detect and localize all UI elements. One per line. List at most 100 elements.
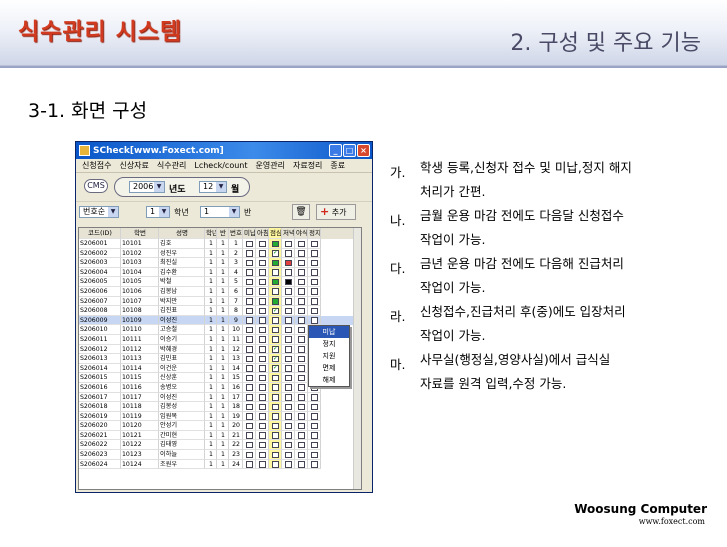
checkbox[interactable] xyxy=(285,394,292,401)
checkbox[interactable] xyxy=(259,278,266,286)
column-header[interactable]: 점심 xyxy=(269,228,282,239)
checkbox[interactable] xyxy=(259,413,266,420)
table-row[interactable]: S206001 10101 김호 1 1 1 xyxy=(79,239,361,249)
checkbox[interactable] xyxy=(259,451,266,459)
checkbox[interactable] xyxy=(259,250,266,257)
checkbox[interactable] xyxy=(246,422,253,430)
close-button[interactable]: × xyxy=(357,144,370,157)
checkbox[interactable] xyxy=(272,249,279,257)
checkbox[interactable] xyxy=(272,364,279,372)
checkbox[interactable] xyxy=(246,307,253,315)
checkbox[interactable] xyxy=(285,403,292,411)
checkbox[interactable] xyxy=(259,346,266,353)
trash-button[interactable]: 🗑 xyxy=(292,204,310,220)
menu-item[interactable]: 식수관리 xyxy=(153,160,190,171)
month-select[interactable]: 12 ▼ xyxy=(199,181,227,193)
checkbox[interactable] xyxy=(298,413,305,420)
cms-button[interactable]: CMS xyxy=(84,179,108,193)
table-row[interactable]: S206006 10106 김봉남 1 1 6 xyxy=(79,286,361,297)
checkbox[interactable] xyxy=(272,298,279,305)
checkbox[interactable] xyxy=(285,288,292,295)
checkbox[interactable] xyxy=(285,317,292,324)
table-row[interactable]: S206004 10104 김수환 1 1 4 xyxy=(79,267,361,278)
add-button[interactable]: + 추가 xyxy=(316,204,356,220)
context-menu-item[interactable]: 면제 xyxy=(309,362,349,374)
checkbox[interactable] xyxy=(298,288,305,295)
checkbox[interactable] xyxy=(298,384,305,391)
checkbox[interactable] xyxy=(246,317,253,324)
minimize-button[interactable]: _ xyxy=(329,144,342,157)
grade-select[interactable]: 1 ▼ xyxy=(146,206,170,218)
checkbox[interactable] xyxy=(285,346,292,353)
checkbox[interactable] xyxy=(285,441,292,449)
checkbox[interactable] xyxy=(259,240,266,247)
table-row[interactable]: S206022 10122 김태영 1 1 22 xyxy=(79,440,361,451)
checkbox[interactable] xyxy=(246,413,253,420)
checkbox[interactable] xyxy=(311,298,318,305)
checkbox[interactable] xyxy=(259,259,266,267)
column-header[interactable]: 학번 xyxy=(121,228,159,239)
menu-item[interactable]: 신청접수 xyxy=(78,160,115,171)
checkbox[interactable] xyxy=(259,365,266,372)
checkbox[interactable] xyxy=(259,326,266,334)
checkbox[interactable] xyxy=(285,374,292,382)
checkbox[interactable] xyxy=(298,240,305,247)
checkbox[interactable] xyxy=(311,422,318,430)
checkbox[interactable] xyxy=(298,432,305,439)
column-header[interactable]: 성명 xyxy=(159,228,205,239)
checkbox[interactable] xyxy=(272,278,279,286)
checkbox[interactable] xyxy=(272,240,279,247)
checkbox[interactable] xyxy=(246,298,253,305)
context-menu-item[interactable]: 지원 xyxy=(309,350,349,362)
checkbox[interactable] xyxy=(246,365,253,372)
checkbox[interactable] xyxy=(285,365,292,372)
checkbox[interactable] xyxy=(311,250,318,257)
maximize-button[interactable]: □ xyxy=(343,144,356,157)
checkbox[interactable] xyxy=(246,269,253,276)
checkbox[interactable] xyxy=(259,298,266,305)
checkbox[interactable] xyxy=(272,326,279,334)
checkbox[interactable] xyxy=(311,432,318,439)
checkbox[interactable] xyxy=(259,307,266,315)
checkbox[interactable] xyxy=(285,259,292,267)
checkbox[interactable] xyxy=(285,384,292,391)
checkbox[interactable] xyxy=(259,384,266,391)
checkbox[interactable] xyxy=(311,403,318,411)
checkbox[interactable] xyxy=(311,240,318,247)
table-row[interactable]: S206009 10109 이성진 1 1 9 xyxy=(79,315,361,326)
table-row[interactable]: S206018 10118 김봉성 1 1 18 xyxy=(79,402,361,412)
checkbox[interactable] xyxy=(272,374,279,382)
context-menu-item[interactable]: 해제 xyxy=(309,374,349,386)
checkbox[interactable] xyxy=(259,403,266,411)
checkbox[interactable] xyxy=(246,451,253,459)
checkbox[interactable] xyxy=(298,326,305,334)
checkbox[interactable] xyxy=(311,278,318,286)
table-row[interactable]: S206020 10120 안성기 1 1 20 xyxy=(79,421,361,431)
vertical-scrollbar[interactable] xyxy=(353,228,361,489)
column-header[interactable]: 미납 xyxy=(243,228,256,239)
checkbox[interactable] xyxy=(272,306,279,315)
checkbox[interactable] xyxy=(285,250,292,257)
checkbox[interactable] xyxy=(285,413,292,420)
checkbox[interactable] xyxy=(285,355,292,363)
menu-item[interactable]: 자료정리 xyxy=(289,160,326,171)
checkbox[interactable] xyxy=(259,422,266,430)
checkbox[interactable] xyxy=(285,461,292,468)
checkbox[interactable] xyxy=(246,374,253,382)
column-header[interactable]: 번호 xyxy=(229,228,243,239)
checkbox[interactable] xyxy=(259,374,266,382)
checkbox[interactable] xyxy=(246,288,253,295)
checkbox[interactable] xyxy=(246,346,253,353)
checkbox[interactable] xyxy=(285,240,292,247)
checkbox[interactable] xyxy=(272,403,279,411)
checkbox[interactable] xyxy=(272,441,279,449)
table-row[interactable]: S206019 10119 임원목 1 1 19 xyxy=(79,411,361,422)
checkbox[interactable] xyxy=(246,250,253,257)
checkbox[interactable] xyxy=(311,413,318,420)
checkbox[interactable] xyxy=(246,326,253,334)
checkbox[interactable] xyxy=(272,354,279,363)
column-header[interactable]: 야식 xyxy=(295,228,308,239)
checkbox[interactable] xyxy=(311,461,318,468)
table-row[interactable]: S206005 10105 박철 1 1 5 xyxy=(79,277,361,287)
checkbox[interactable] xyxy=(285,298,292,305)
